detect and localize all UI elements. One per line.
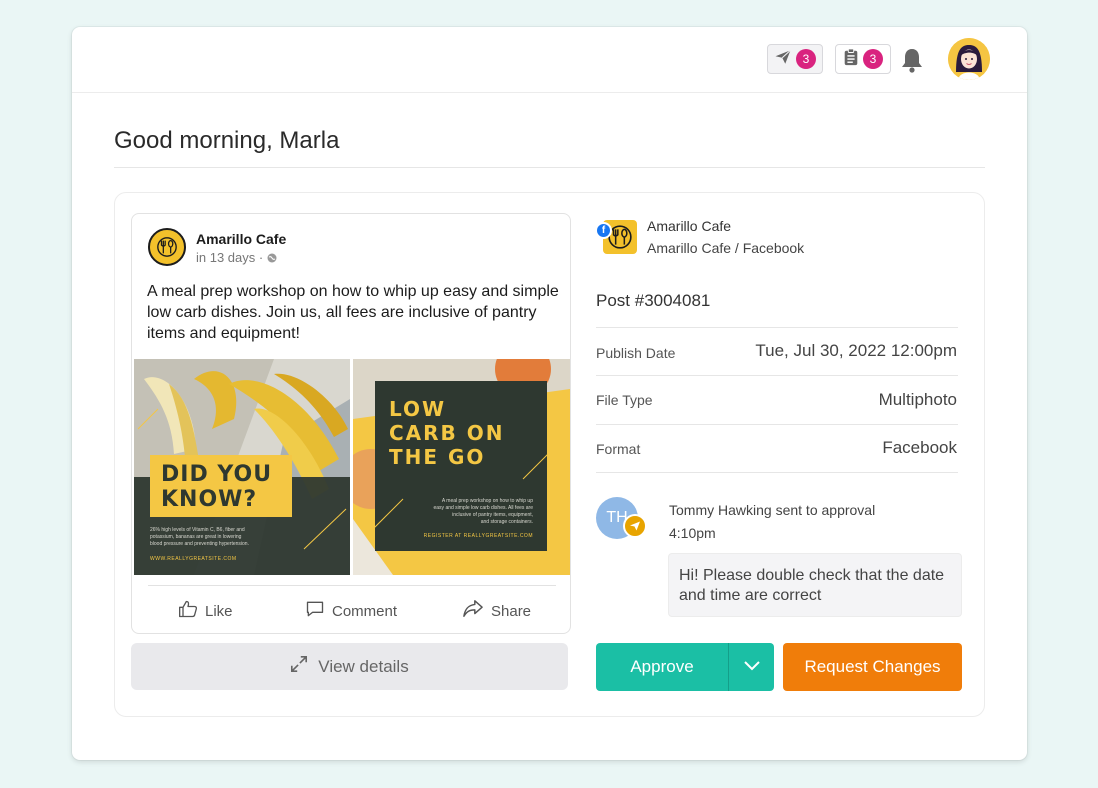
facebook-icon: f — [595, 222, 612, 239]
image1-headline-line1: DID YOU — [161, 462, 273, 487]
image1-headline: DID YOU KNOW? — [161, 462, 272, 512]
share-arrow-icon — [462, 599, 484, 623]
top-bar: 3 3 — [72, 27, 1027, 93]
image1-site: WWW.REALLYGREATSITE.COM — [150, 556, 237, 562]
approve-options-button[interactable] — [729, 643, 774, 691]
globe-icon — [267, 250, 277, 265]
image1-body-line2: potassium, bananas are great in lowering — [150, 534, 242, 540]
file-type-label: File Type — [596, 392, 653, 408]
image2-headline: LOW CARB ON THE GO — [389, 397, 505, 469]
divider — [596, 327, 958, 328]
share-button[interactable]: Share — [462, 599, 531, 623]
request-changes-button[interactable]: Request Changes — [783, 643, 962, 691]
app-window: 3 3 Good morning, Marla Amarillo Cafe in… — [72, 27, 1027, 760]
approval-message: Hi! Please double check that the date an… — [668, 553, 962, 617]
post-preview: Amarillo Cafe in 13 days · A meal prep w… — [131, 213, 571, 634]
post-image-low-carb[interactable]: LOW CARB ON THE GO A meal prep workshop … — [353, 359, 570, 575]
publish-date-label: Publish Date — [596, 345, 676, 361]
post-image-bananas[interactable]: DID YOU KNOW? 26% high levels of Vitamin… — [134, 359, 350, 575]
post-schedule-text: in 13 days · — [196, 250, 264, 265]
image1-body-line1: 26% high levels of Vitamin C, B6, fiber … — [150, 527, 245, 533]
approve-split-button: Approve — [596, 643, 774, 691]
image2-body-line1: A meal prep workshop on how to whip up — [441, 498, 533, 504]
image1-body-line3: blood pressure and preventing hypertensi… — [150, 541, 249, 547]
approval-time: 4:10pm — [669, 525, 716, 541]
format-label: Format — [596, 441, 641, 457]
comment-icon — [305, 599, 325, 623]
greeting-heading: Good morning, Marla — [114, 127, 340, 154]
expand-icon — [290, 655, 308, 678]
account-path: Amarillo Cafe / Facebook — [647, 240, 805, 256]
account-name: Amarillo Cafe — [647, 218, 732, 234]
paper-plane-icon — [623, 514, 647, 538]
image2-site: REGISTER AT REALLYGREATSITE.COM — [423, 533, 533, 539]
format-value: Facebook — [882, 438, 957, 457]
like-label: Like — [205, 602, 233, 620]
approve-button[interactable]: Approve — [596, 643, 728, 691]
chevron-down-icon — [743, 658, 760, 676]
approval-card: Amarillo Cafe in 13 days · A meal prep w… — [114, 192, 985, 717]
image1-headline-line2: KNOW? — [161, 487, 258, 512]
image2-body-line2: easy and simple low carb dishes. All fee… — [433, 505, 534, 511]
file-type-value: Multiphoto — [878, 390, 957, 409]
cafe-logo — [148, 228, 186, 266]
comment-label: Comment — [332, 602, 398, 620]
thumbs-up-icon — [178, 599, 198, 623]
image2-body: A meal prep workshop on how to whip up e… — [413, 498, 534, 526]
divider — [596, 375, 958, 376]
image2-headline-line2: CARB ON — [389, 421, 505, 445]
image2-body-line4: and storage containers. — [480, 519, 533, 525]
approval-title: Tommy Hawking sent to approval — [669, 502, 876, 518]
post-id: Post #3004081 — [596, 291, 711, 310]
sent-count-badge: 3 — [796, 49, 816, 69]
post-images: DID YOU KNOW? 26% high levels of Vitamin… — [134, 359, 570, 575]
divider — [148, 585, 556, 586]
tasks-count-badge: 3 — [863, 49, 883, 69]
divider — [596, 472, 958, 473]
divider — [114, 167, 985, 168]
view-details-label: View details — [318, 656, 409, 676]
post-page-name: Amarillo Cafe — [196, 231, 287, 247]
bell-icon[interactable] — [898, 45, 926, 75]
user-avatar[interactable] — [948, 38, 990, 80]
post-body-text: A meal prep workshop on how to whip up e… — [147, 283, 559, 342]
clipboard-icon — [843, 47, 859, 71]
comment-button[interactable]: Comment — [305, 599, 397, 623]
sent-for-approval-button[interactable]: 3 — [767, 44, 823, 74]
post-schedule: in 13 days · — [196, 250, 277, 265]
image2-headline-line3: THE GO — [389, 445, 486, 469]
image1-body: 26% high levels of Vitamin C, B6, fiber … — [150, 527, 249, 548]
image2-body-line3: inclusive of pantry items, equipment, — [452, 512, 533, 518]
view-details-button[interactable]: View details — [131, 643, 568, 690]
like-button[interactable]: Like — [178, 599, 233, 623]
image2-headline-line1: LOW — [389, 397, 447, 421]
paper-plane-icon — [774, 48, 792, 71]
share-label: Share — [491, 602, 532, 620]
divider — [596, 424, 958, 425]
publish-date-value: Tue, Jul 30, 2022 12:00pm — [755, 341, 957, 360]
tasks-button[interactable]: 3 — [835, 44, 891, 74]
